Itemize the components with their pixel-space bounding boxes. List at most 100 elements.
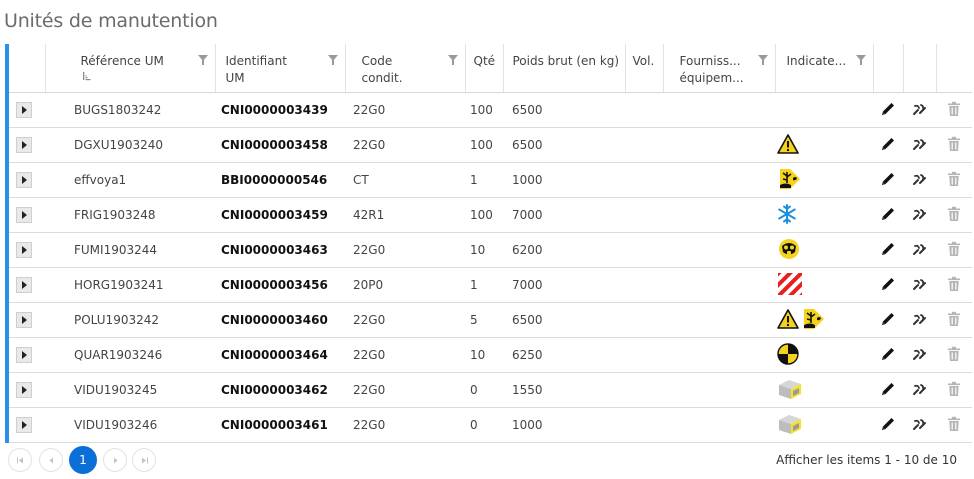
delete-button[interactable] bbox=[936, 232, 972, 268]
link-button[interactable] bbox=[903, 197, 936, 233]
table-row[interactable]: POLU1903242 CNI0000003460 22G0 5 6500 bbox=[9, 302, 972, 338]
edit-button[interactable] bbox=[873, 127, 903, 163]
cell-code: 42R1 bbox=[345, 197, 465, 233]
cell-indicators bbox=[775, 337, 873, 373]
table-row[interactable]: QUAR1903246 CNI0000003464 22G0 10 6250 bbox=[9, 337, 972, 373]
delete-button[interactable] bbox=[936, 337, 972, 373]
link-button[interactable] bbox=[903, 232, 936, 268]
pencil-icon bbox=[880, 242, 896, 260]
page-1-button[interactable]: 1 bbox=[69, 446, 97, 474]
expand-row-button[interactable] bbox=[16, 347, 32, 363]
header-id[interactable]: Identifiant UM bbox=[215, 44, 346, 93]
cell-qty: 100 bbox=[465, 127, 503, 163]
edit-button[interactable] bbox=[873, 92, 903, 128]
filter-icon[interactable] bbox=[855, 55, 866, 65]
edit-button[interactable] bbox=[873, 407, 903, 443]
delete-button[interactable] bbox=[936, 127, 972, 163]
header-poids[interactable]: Poids brut (en kg) bbox=[503, 44, 626, 93]
link-button[interactable] bbox=[903, 267, 936, 303]
expand-row-button[interactable] bbox=[16, 102, 32, 118]
last-page-button[interactable] bbox=[132, 448, 156, 472]
header-qty[interactable]: Qté bbox=[465, 44, 504, 93]
table-row[interactable]: effvoya1 BBI0000000546 CT 1 1000 bbox=[9, 162, 972, 198]
delete-button[interactable] bbox=[936, 197, 972, 233]
gas-mask-icon bbox=[777, 238, 801, 263]
filter-icon[interactable] bbox=[757, 55, 768, 65]
delete-button[interactable] bbox=[936, 302, 972, 338]
header-code[interactable]: Code condit. bbox=[345, 44, 466, 93]
link-button[interactable] bbox=[903, 372, 936, 408]
link-button[interactable] bbox=[903, 302, 936, 338]
cell-id: CNI0000003458 bbox=[215, 127, 345, 163]
trash-icon bbox=[947, 101, 961, 120]
table-row[interactable]: VIDU1903246 CNI0000003461 22G0 0 1000 bbox=[9, 407, 972, 443]
cell-vol bbox=[625, 372, 663, 408]
cell-code: 22G0 bbox=[345, 232, 465, 268]
cell-id: BBI0000000546 bbox=[215, 162, 345, 198]
trash-icon bbox=[947, 276, 961, 295]
expand-row-button[interactable] bbox=[16, 207, 32, 223]
link-button[interactable] bbox=[903, 337, 936, 373]
edit-button[interactable] bbox=[873, 197, 903, 233]
cell-fourn bbox=[663, 162, 775, 198]
table-row[interactable]: DGXU1903240 CNI0000003458 22G0 100 6500 bbox=[9, 127, 972, 163]
edit-button[interactable] bbox=[873, 302, 903, 338]
filter-icon[interactable] bbox=[327, 55, 338, 65]
edit-button[interactable] bbox=[873, 337, 903, 373]
edit-button[interactable] bbox=[873, 267, 903, 303]
grid-pager: 1 Afficher les items 1 - 10 de 10 bbox=[8, 446, 963, 476]
link-icon bbox=[911, 383, 929, 400]
table-row[interactable]: FUMI1903244 CNI0000003463 22G0 10 6200 bbox=[9, 232, 972, 268]
grid-header: Référence UM Identifiant UM Code condit.… bbox=[9, 44, 972, 93]
table-row[interactable]: BUGS1803242 CNI0000003439 22G0 100 6500 bbox=[9, 92, 972, 128]
edit-button[interactable] bbox=[873, 232, 903, 268]
cell-poids: 1550 bbox=[503, 372, 625, 408]
cell-poids: 6200 bbox=[503, 232, 625, 268]
link-button[interactable] bbox=[903, 127, 936, 163]
cell-id: CNI0000003463 bbox=[215, 232, 345, 268]
header-delete bbox=[936, 44, 972, 93]
prev-page-button[interactable] bbox=[39, 448, 63, 472]
expand-row-button[interactable] bbox=[16, 382, 32, 398]
cell-qty: 10 bbox=[465, 337, 503, 373]
link-button[interactable] bbox=[903, 407, 936, 443]
delete-button[interactable] bbox=[936, 162, 972, 198]
expand-row-button[interactable] bbox=[16, 242, 32, 258]
row-expand-cell bbox=[9, 337, 45, 373]
link-icon bbox=[911, 348, 929, 365]
next-page-button[interactable] bbox=[103, 448, 127, 472]
delete-button[interactable] bbox=[936, 407, 972, 443]
expand-row-button[interactable] bbox=[16, 137, 32, 153]
filter-icon[interactable] bbox=[197, 55, 208, 65]
sort-icon[interactable] bbox=[82, 72, 92, 81]
filter-icon[interactable] bbox=[447, 55, 458, 65]
first-page-button[interactable] bbox=[8, 448, 32, 472]
row-expand-cell bbox=[9, 232, 45, 268]
link-button[interactable] bbox=[903, 162, 936, 198]
header-edit bbox=[873, 44, 904, 93]
edit-button[interactable] bbox=[873, 162, 903, 198]
warning-icon bbox=[777, 308, 799, 332]
header-ind[interactable]: Indicate... bbox=[775, 44, 874, 93]
cell-indicators bbox=[775, 267, 873, 303]
table-row[interactable]: HORG1903241 CNI0000003456 20P0 1 7000 bbox=[9, 267, 972, 303]
cell-id: CNI0000003464 bbox=[215, 337, 345, 373]
header-fourn[interactable]: Fourniss... équipem... bbox=[663, 44, 776, 93]
header-vol[interactable]: Vol. bbox=[625, 44, 664, 93]
cell-fourn bbox=[663, 127, 775, 163]
cell-id: CNI0000003460 bbox=[215, 302, 345, 338]
delete-button[interactable] bbox=[936, 92, 972, 128]
expand-row-button[interactable] bbox=[16, 277, 32, 293]
cell-qty: 0 bbox=[465, 372, 503, 408]
header-ref[interactable]: Référence UM bbox=[45, 44, 216, 93]
cell-fourn bbox=[663, 407, 775, 443]
delete-button[interactable] bbox=[936, 372, 972, 408]
table-row[interactable]: FRIG1903248 CNI0000003459 42R1 100 7000 bbox=[9, 197, 972, 233]
link-button[interactable] bbox=[903, 92, 936, 128]
expand-row-button[interactable] bbox=[16, 172, 32, 188]
expand-row-button[interactable] bbox=[16, 417, 32, 433]
table-row[interactable]: VIDU1903245 CNI0000003462 22G0 0 1550 bbox=[9, 372, 972, 408]
edit-button[interactable] bbox=[873, 372, 903, 408]
expand-row-button[interactable] bbox=[16, 312, 32, 328]
delete-button[interactable] bbox=[936, 267, 972, 303]
